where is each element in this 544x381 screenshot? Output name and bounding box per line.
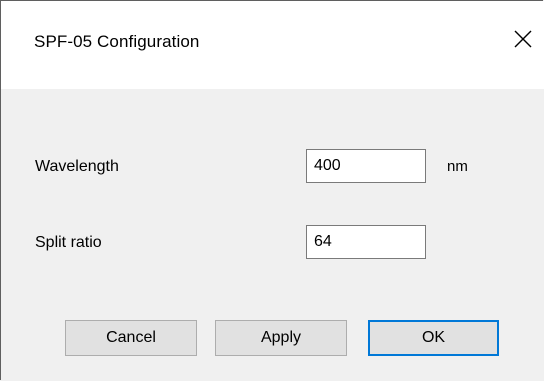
split-ratio-input[interactable] bbox=[306, 225, 426, 259]
close-button[interactable] bbox=[509, 25, 537, 53]
cancel-button[interactable]: Cancel bbox=[65, 320, 197, 356]
wavelength-unit: nm bbox=[447, 158, 468, 175]
title-bar: SPF-05 Configuration bbox=[1, 1, 544, 89]
close-icon bbox=[514, 30, 532, 48]
wavelength-label: Wavelength bbox=[35, 158, 119, 175]
window-title: SPF-05 Configuration bbox=[34, 32, 200, 51]
ok-button[interactable]: OK bbox=[368, 320, 499, 356]
wavelength-input[interactable] bbox=[306, 149, 426, 183]
split-ratio-label: Split ratio bbox=[35, 234, 102, 251]
configuration-dialog: SPF-05 Configuration Wavelength nm Split… bbox=[0, 0, 544, 380]
apply-button[interactable]: Apply bbox=[215, 320, 347, 356]
